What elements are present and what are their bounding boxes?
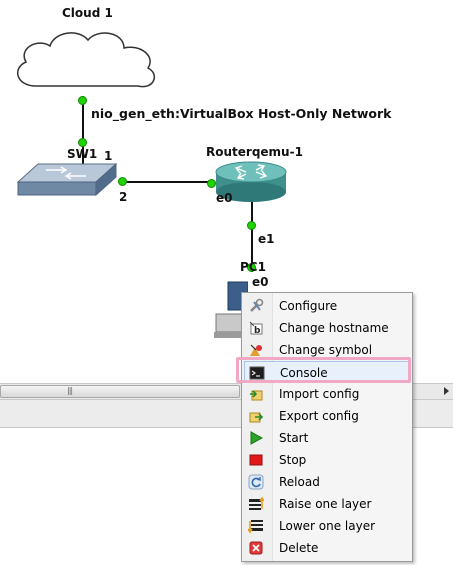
import-icon xyxy=(250,390,263,401)
pc-label: PC1 xyxy=(240,260,266,274)
menu-item-reload[interactable]: Reload xyxy=(244,471,410,493)
export-icon xyxy=(249,412,264,423)
scrollbar-thumb[interactable]: ||| xyxy=(0,385,240,398)
menu-item-label: Delete xyxy=(279,541,319,555)
menu-item-label: Configure xyxy=(279,299,338,313)
port-dot xyxy=(247,221,256,230)
pc-port-label: e0 xyxy=(252,275,269,289)
router-label: Routerqemu-1 xyxy=(206,145,303,159)
console-highlight-annotation xyxy=(236,357,411,383)
menu-item-import-config[interactable]: Import config xyxy=(244,383,410,405)
scrollbar-grip: ||| xyxy=(67,386,73,395)
switch-node[interactable] xyxy=(16,162,118,198)
menu-item-configure[interactable]: Configure xyxy=(244,295,410,317)
hostname-icon: b xyxy=(249,321,263,336)
lower-layer-icon xyxy=(248,520,263,534)
reload-icon xyxy=(248,474,264,490)
menu-item-start[interactable]: Start xyxy=(244,427,410,449)
wrench-icon xyxy=(250,298,264,312)
context-menu: Configure b Change hostname Change symbo… xyxy=(241,292,413,562)
menu-item-label: Reload xyxy=(279,475,320,489)
switch-port-label: 1 xyxy=(104,149,113,163)
svg-text:b: b xyxy=(254,326,261,336)
router-port-label: e1 xyxy=(258,232,275,246)
port-dot xyxy=(118,177,127,186)
menu-item-stop[interactable]: Stop xyxy=(244,449,410,471)
menu-item-label: Export config xyxy=(279,409,359,423)
stop-icon xyxy=(249,454,263,466)
menu-item-raise-one-layer[interactable]: Raise one layer xyxy=(244,493,410,515)
symbol-icon xyxy=(250,344,262,356)
link-label: nio_gen_eth:VirtualBox Host-Only Network xyxy=(91,106,392,121)
link-sw1-router[interactable] xyxy=(120,181,215,183)
menu-item-export-config[interactable]: Export config xyxy=(244,405,410,427)
menu-item-label: Raise one layer xyxy=(279,497,372,511)
menu-item-label: Stop xyxy=(279,453,307,467)
menu-item-label: Import config xyxy=(279,387,360,401)
menu-item-label: Start xyxy=(279,431,309,445)
menu-item-delete[interactable]: Delete xyxy=(244,537,410,559)
switch-icon xyxy=(16,162,118,197)
menu-item-change-hostname[interactable]: b Change hostname xyxy=(244,317,410,339)
scroll-right-arrow-icon[interactable] xyxy=(444,387,449,395)
port-dot xyxy=(78,96,87,105)
cloud-label: Cloud 1 xyxy=(62,6,113,20)
raise-layer-icon xyxy=(249,496,264,510)
cloud-node[interactable] xyxy=(8,24,164,96)
switch-label: SW1 xyxy=(67,147,98,161)
port-dot xyxy=(78,138,87,147)
router-port-label: e0 xyxy=(216,191,233,205)
delete-icon xyxy=(249,541,263,555)
menu-item-label: Lower one layer xyxy=(279,519,376,533)
play-icon xyxy=(250,431,264,445)
switch-port-label: 2 xyxy=(119,190,128,204)
menu-item-label: Change symbol xyxy=(279,343,373,357)
menu-item-lower-one-layer[interactable]: Lower one layer xyxy=(244,515,410,537)
menu-item-label: Change hostname xyxy=(279,321,389,335)
cloud-icon xyxy=(16,32,156,88)
